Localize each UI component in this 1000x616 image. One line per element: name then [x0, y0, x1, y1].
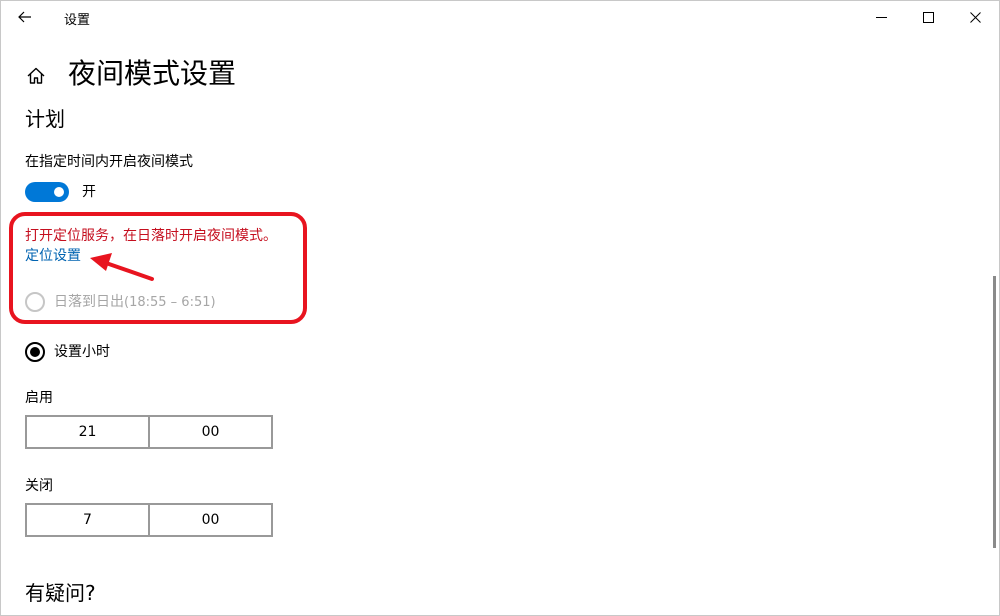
turn-on-time-picker[interactable]: 21 00 [25, 415, 273, 449]
sunset-to-sunrise-radio[interactable] [25, 292, 45, 312]
turn-on-hour[interactable]: 21 [27, 417, 148, 447]
page-title: 夜间模式设置 [68, 57, 237, 90]
back-arrow-icon [18, 11, 31, 23]
sunset-to-sunrise-label: 日落到日出(18:55 – 6:51) [54, 292, 216, 313]
turn-on-label: 启用 [25, 390, 53, 406]
turn-off-hour[interactable]: 7 [27, 505, 148, 535]
window-title: 设置 [64, 13, 91, 28]
turn-off-minute[interactable]: 00 [148, 505, 271, 535]
close-button[interactable] [952, 0, 998, 34]
location-warning-text: 打开定位服务，在日落时开启夜间模式。 [25, 228, 277, 244]
toggle-knob [54, 187, 64, 197]
turn-off-label: 关闭 [25, 478, 53, 494]
sunset-option-text: 日落到日出 [54, 294, 124, 310]
minimize-icon [875, 16, 887, 18]
back-button[interactable] [8, 2, 42, 32]
toggle-state-label: 开 [82, 184, 96, 200]
schedule-section-title: 计划 [25, 107, 65, 131]
maximize-icon [922, 11, 934, 23]
home-button[interactable] [24, 64, 48, 88]
maximize-button[interactable] [905, 0, 951, 34]
set-hours-radio[interactable] [25, 342, 45, 362]
sunset-time-range: (18:55 – 6:51) [124, 295, 216, 310]
help-section-title: 有疑问? [25, 581, 96, 605]
location-settings-link[interactable]: 定位设置 [25, 246, 81, 266]
turn-off-time-picker[interactable]: 7 00 [25, 503, 273, 537]
set-hours-label: 设置小时 [54, 344, 110, 360]
settings-window: 设置 夜间模式设置 计划 在指定时间内开启夜间模式 开 打开定位服务，在日落时开… [0, 0, 1000, 616]
title-bar: 设置 [0, 0, 1000, 34]
schedule-toggle[interactable] [25, 182, 69, 202]
home-icon [27, 67, 45, 84]
minimize-button[interactable] [858, 0, 904, 34]
close-icon [969, 11, 981, 23]
schedule-toggle-label: 在指定时间内开启夜间模式 [25, 154, 193, 170]
radio-selected-dot [30, 347, 40, 357]
scrollbar[interactable] [993, 276, 996, 548]
turn-on-minute[interactable]: 00 [148, 417, 271, 447]
annotation-arrow-icon [90, 253, 154, 281]
